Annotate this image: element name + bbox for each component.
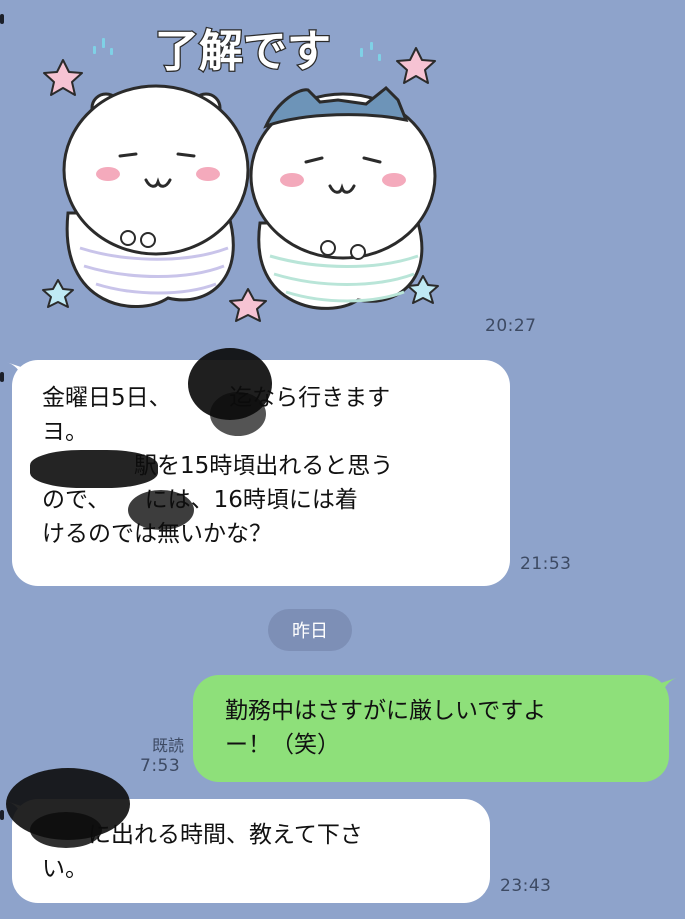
edge-mark [0,810,4,820]
bubble-tail [661,677,679,695]
redaction-mark [210,392,266,436]
sticker-caption: 了解です [155,26,331,77]
message-text: 勤務中はさすがに厳しいですよ ー！（笑） [225,698,547,758]
sticker-time: 20:27 [485,316,537,336]
date-separator: 昨日 [268,609,352,651]
chat-area[interactable]: 了解です 20:27 金曜日5日、 迄なら行きます ヨ。 駅を15時頃出れると思… [0,0,685,919]
redaction-mark [30,450,158,488]
message-time: 21:53 [520,554,572,574]
outgoing-message-bubble[interactable]: 勤務中はさすがに厳しいですよ ー！（笑） [193,675,669,782]
sticker-message[interactable]: 了解です [38,8,448,326]
edge-mark [0,372,4,382]
bubble-tail [6,362,24,380]
sticker-image: 了解です [42,25,439,322]
redaction-mark [128,490,194,530]
message-time: 23:43 [500,876,552,896]
message-time: 7:53 [140,756,181,776]
read-receipt: 既読 [151,736,184,755]
edge-mark [0,14,4,24]
redaction-mark [30,812,102,848]
